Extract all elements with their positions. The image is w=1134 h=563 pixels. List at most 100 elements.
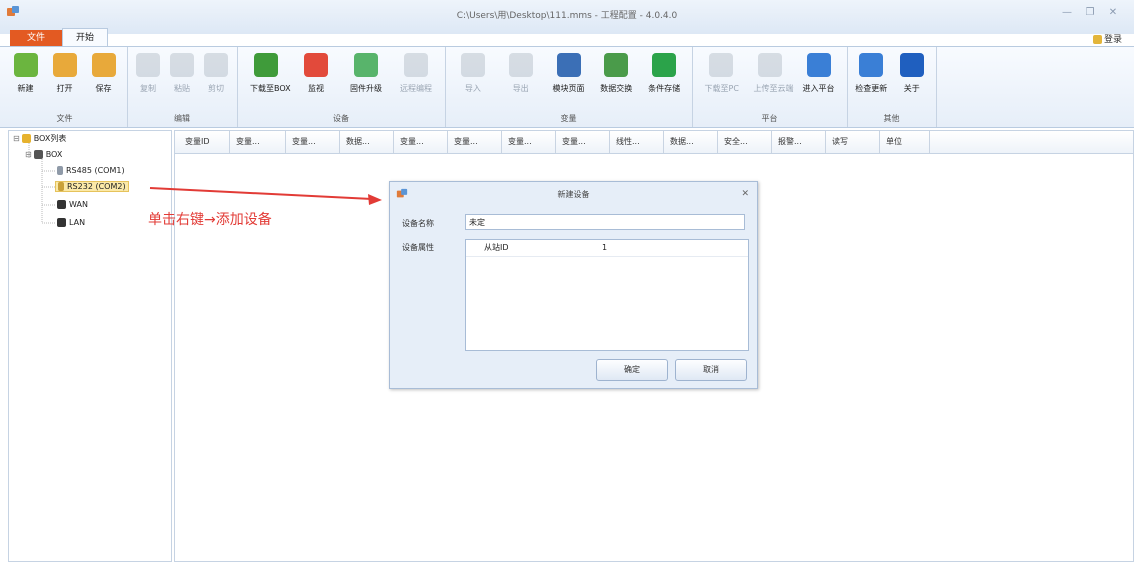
ribbon-button-label: 上传至云端 <box>753 84 794 93</box>
grid-column-header[interactable]: 变量... <box>556 131 610 153</box>
ribbon-button-download[interactable]: 下载至BOX <box>250 51 291 105</box>
login-link[interactable]: 登录 <box>1092 32 1122 45</box>
grid-column-header[interactable]: 变量... <box>502 131 556 153</box>
minimize-icon[interactable]: — <box>1060 6 1074 20</box>
ribbon-button-firmware[interactable]: 固件升级 <box>350 51 382 105</box>
data-exchange-icon <box>604 53 629 77</box>
ribbon-button-label: 新建 <box>17 84 34 93</box>
ribbon-button-download-pc[interactable]: 下载至PC <box>704 51 739 105</box>
ribbon-group-label: 其他 <box>883 114 900 123</box>
ribbon-button-enter-platform[interactable]: 进入平台 <box>803 51 835 105</box>
grid-column-header[interactable]: 变量... <box>230 131 286 153</box>
ribbon-button-monitor[interactable]: 监视 <box>300 51 332 105</box>
ribbon-button-label: 模块页面 <box>552 84 585 93</box>
device-props-grid: 从站ID 1 <box>465 239 749 351</box>
prop-value[interactable]: 1 <box>602 240 607 256</box>
ribbon-button-import[interactable]: 导入 <box>457 51 489 105</box>
export-icon <box>508 53 533 77</box>
restore-icon[interactable]: ❐ <box>1083 6 1097 20</box>
ok-button[interactable]: 确定 <box>596 359 668 381</box>
ribbon-button-label: 远程编程 <box>400 84 432 93</box>
ribbon-button-copy[interactable]: 复制 <box>132 51 164 105</box>
device-name-input[interactable]: 未定 <box>465 214 745 230</box>
grid-column-header[interactable]: 线性... <box>610 131 664 153</box>
grid-column-header[interactable]: 数据... <box>340 131 394 153</box>
window-title: C:\Users\用\Desktop\111.mms - 工程配置 - 4.0.… <box>456 11 678 21</box>
ribbon-group: 下载至BOX 监视 固件升级 远程编程 设备 <box>237 47 446 127</box>
tab-start[interactable]: 开始 <box>62 28 108 47</box>
dialog-title-bar: 新建设备 ✕ <box>390 182 757 206</box>
ribbon-button-about[interactable]: 关于 <box>896 51 928 105</box>
tree-item-rs232[interactable]: RS232 (COM2) <box>55 181 129 192</box>
ribbon-button-label: 固件升级 <box>350 84 382 93</box>
grid-column-header[interactable]: 变量... <box>394 131 448 153</box>
grid-column-header[interactable]: 变量ID <box>179 131 230 153</box>
grid-header: 变量ID 变量... 变量... 数据... 变量... 变量... 变量... 变量... 线… <box>175 131 1133 154</box>
box-list-icon <box>21 134 31 143</box>
grid-column-header[interactable]: 单位 <box>880 131 930 153</box>
tree-box[interactable]: ⊟ BOX <box>25 150 62 159</box>
download-pc-icon <box>708 53 733 77</box>
ribbon-button-remote-program[interactable]: 远程编程 <box>400 51 432 105</box>
ribbon-button-save[interactable]: 保存 <box>88 51 120 105</box>
ribbon-button-label: 关于 <box>903 84 920 93</box>
ribbon-button-label: 剪切 <box>208 84 224 93</box>
tree-root[interactable]: ⊟ BOX列表 <box>13 133 66 144</box>
serial-port-icon <box>57 166 63 175</box>
ribbon-group: 下载至PC 上传至云端 进入平台平台 <box>692 47 848 127</box>
annotation-text: 单击右键→添加设备 <box>148 212 272 228</box>
ribbon-toolbar: 新建 打开 保存 文件 复制 粘贴 剪切 编辑 下载至BOX 监视 固件升级 远程编程 设备 导入 导出 模块… <box>0 46 1134 128</box>
ribbon-button-check-update[interactable]: 检查更新 <box>855 51 887 105</box>
ribbon-button-conditional-storage[interactable]: 条件存储 <box>648 51 680 105</box>
ribbon-button-new[interactable]: 新建 <box>10 51 42 105</box>
tree-item-label: RS232 (COM2) <box>67 182 126 191</box>
prop-key: 从站ID <box>484 243 509 252</box>
prop-row[interactable]: 从站ID 1 <box>466 240 748 257</box>
grid-column-header[interactable]: 数据... <box>664 131 718 153</box>
ribbon-group-label: 平台 <box>761 114 778 123</box>
dialog-title: 新建设备 <box>557 190 590 199</box>
login-label: 登录 <box>1103 35 1122 45</box>
ribbon-button-label: 导出 <box>512 84 529 93</box>
ribbon-button-label: 下载至BOX <box>250 84 291 93</box>
close-icon[interactable]: ✕ <box>1106 6 1120 20</box>
tree-item-rs485[interactable]: RS485 (COM1) <box>57 166 125 175</box>
network-icon <box>57 218 66 227</box>
ribbon-button-label: 数据交换 <box>600 84 633 93</box>
device-name-label: 设备名称 <box>402 219 434 228</box>
ribbon-button-cut[interactable]: 剪切 <box>200 51 232 105</box>
ribbon-button-label: 检查更新 <box>855 84 888 93</box>
tree-root-label: BOX列表 <box>33 134 67 143</box>
tree-box-label: BOX <box>45 150 63 159</box>
ribbon-button-open[interactable]: 打开 <box>49 51 81 105</box>
ribbon-button-label: 导入 <box>464 84 481 93</box>
ribbon-button-data-exchange[interactable]: 数据交换 <box>600 51 632 105</box>
tree-item-label: RS485 (COM1) <box>66 166 125 175</box>
ribbon-button-upload-cloud[interactable]: 上传至云端 <box>753 51 794 105</box>
ribbon-button-paste[interactable]: 粘贴 <box>166 51 198 105</box>
dialog-close-icon[interactable]: ✕ <box>741 189 749 199</box>
ribbon-button-label: 下载至PC <box>704 84 739 93</box>
ribbon-button-module-page[interactable]: 模块页面 <box>553 51 585 105</box>
cancel-button[interactable]: 取消 <box>675 359 747 381</box>
tree-item-lan[interactable]: LAN <box>57 218 85 227</box>
tab-file[interactable]: 文件 <box>10 30 62 46</box>
grid-column-header[interactable]: 读写 <box>826 131 880 153</box>
ribbon-group-label: 文件 <box>56 114 73 123</box>
tree-item-label: LAN <box>69 218 86 227</box>
serial-port-icon <box>58 182 64 191</box>
conditional-storage-icon <box>652 53 677 77</box>
ribbon-group: 导入 导出 模块页面 数据交换 条件存储 变量 <box>445 47 693 127</box>
ribbon-button-export[interactable]: 导出 <box>505 51 537 105</box>
grid-column-header[interactable]: 报警... <box>772 131 826 153</box>
grid-column-header[interactable]: 安全... <box>718 131 772 153</box>
user-icon <box>1092 35 1102 44</box>
ribbon-button-label: 条件存储 <box>648 84 681 93</box>
grid-column-header[interactable]: 变量... <box>448 131 502 153</box>
tree-item-wan[interactable]: WAN <box>57 200 88 209</box>
ribbon-button-label: 复制 <box>140 84 156 93</box>
ribbon-button-label: 打开 <box>56 84 73 93</box>
tree-item-label: WAN <box>69 200 88 209</box>
grid-column-header[interactable]: 变量... <box>286 131 340 153</box>
check-update-icon <box>859 53 884 77</box>
